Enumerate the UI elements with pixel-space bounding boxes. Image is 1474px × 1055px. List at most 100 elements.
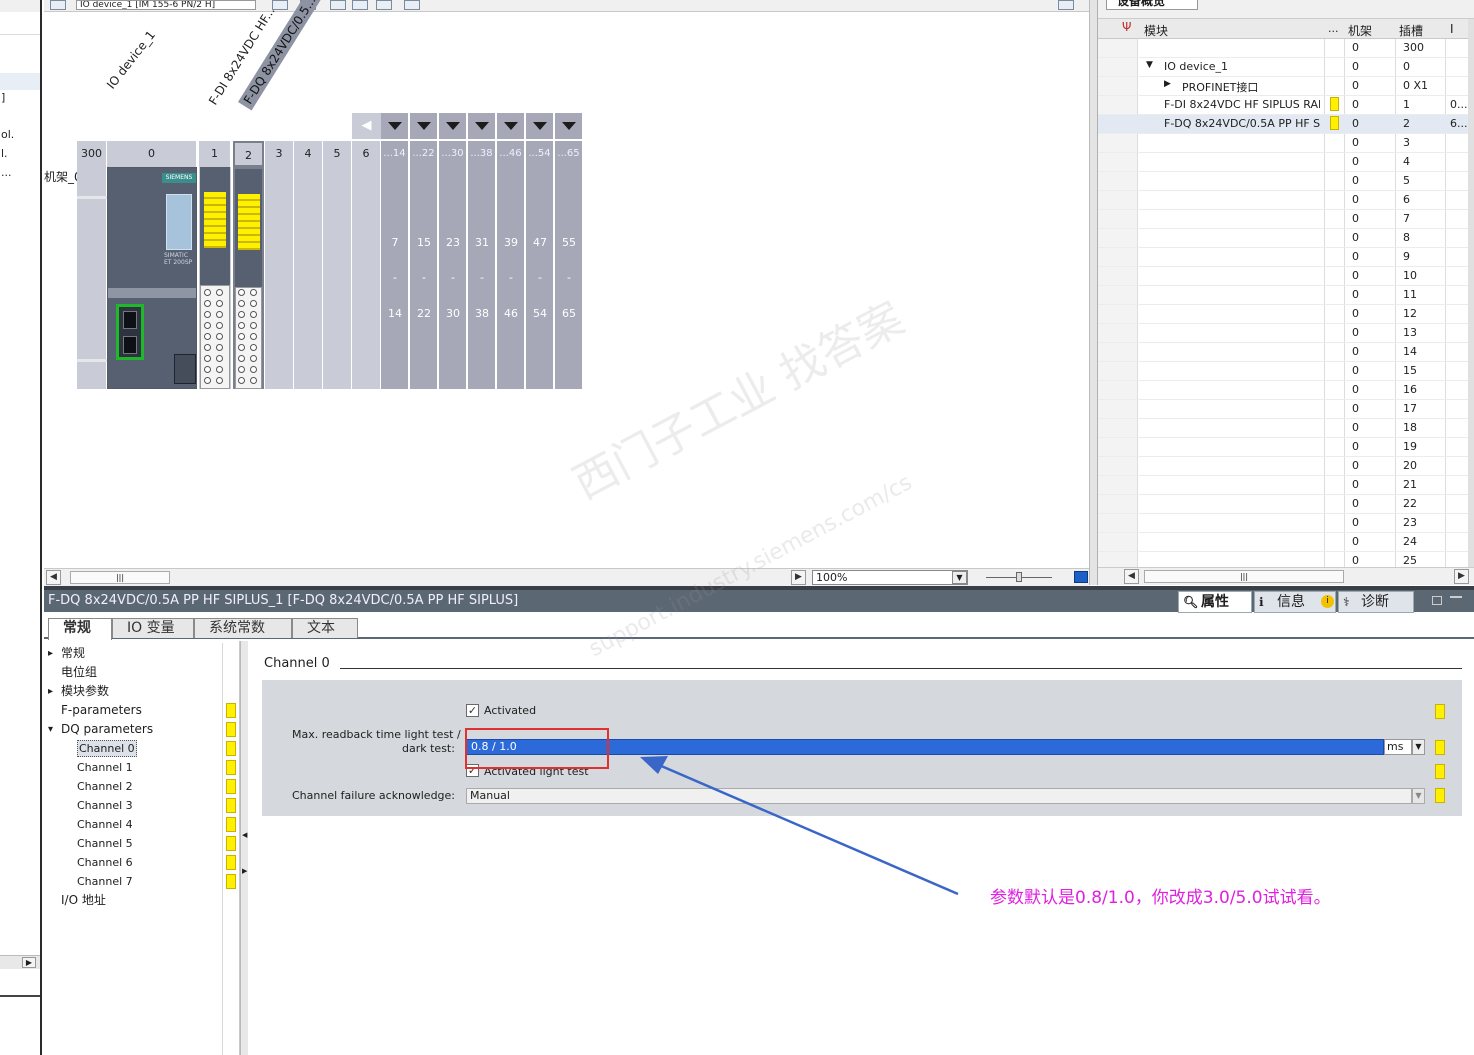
- overview-row[interactable]: 06: [1098, 191, 1474, 210]
- overview-row[interactable]: 0 11: [1098, 286, 1474, 305]
- slot-number[interactable]: 1: [199, 141, 231, 167]
- nav-item[interactable]: ▸ 常规: [44, 644, 240, 663]
- expand-slot-label[interactable]: ...14: [381, 141, 409, 167]
- expand-slot[interactable]: 31 - 38: [468, 167, 496, 389]
- slot-number[interactable]: 4: [294, 141, 323, 167]
- ethernet-ports[interactable]: [116, 304, 144, 360]
- overview-row[interactable]: 0 14: [1098, 343, 1474, 362]
- zoom-icon[interactable]: [404, 0, 420, 10]
- empty-slot[interactable]: [265, 167, 294, 389]
- scroll-right-icon[interactable]: ▶: [22, 957, 36, 968]
- expand-slot-label[interactable]: ...46: [497, 141, 525, 167]
- sliver-scrollbar[interactable]: ▶: [0, 955, 40, 969]
- chevron-down-icon[interactable]: ▼: [952, 571, 967, 584]
- chevron-down-icon[interactable]: ▼: [1412, 788, 1425, 804]
- nav-item[interactable]: F-parameters: [44, 701, 240, 720]
- column-header[interactable]: I: [1450, 22, 1454, 36]
- overview-row[interactable]: 07: [1098, 210, 1474, 229]
- overview-row[interactable]: 0 300: [1098, 39, 1474, 58]
- expand-slot-label[interactable]: ...38: [468, 141, 496, 167]
- scroll-thumb[interactable]: |||: [1144, 570, 1344, 583]
- overview-row[interactable]: 09: [1098, 248, 1474, 267]
- nav-item[interactable]: Channel 3: [44, 796, 240, 815]
- column-header[interactable]: 机架: [1348, 22, 1372, 39]
- topology-icon[interactable]: [50, 0, 66, 10]
- overview-hscroll[interactable]: ◀ ||| ▶: [1098, 567, 1474, 585]
- expand-slot-label[interactable]: ...30: [439, 141, 467, 167]
- expand-slot-label[interactable]: ...22: [410, 141, 438, 167]
- expand-chevron-icon[interactable]: [497, 113, 525, 139]
- expand-slot[interactable]: 39 - 46: [497, 167, 525, 389]
- zoom-slider-handle[interactable]: [1016, 572, 1022, 582]
- expand-slot[interactable]: 55 - 65: [555, 167, 583, 389]
- overview-row[interactable]: 0 24: [1098, 533, 1474, 552]
- column-header[interactable]: 插槽: [1399, 22, 1423, 39]
- overview-row[interactable]: 03: [1098, 134, 1474, 153]
- interface-module[interactable]: SIEMENS SIMATIC ET 200SP: [107, 167, 197, 389]
- slot-number[interactable]: 2: [233, 141, 264, 167]
- empty-slot[interactable]: [323, 167, 352, 389]
- sliver-row[interactable]: ol.: [0, 128, 40, 146]
- overview-row[interactable]: 0 16: [1098, 381, 1474, 400]
- expand-slot[interactable]: 47 - 54: [526, 167, 554, 389]
- overview-row[interactable]: ▼ IO device_1 0 0: [1098, 58, 1474, 77]
- expand-chevron-icon[interactable]: [526, 113, 554, 139]
- overview-row[interactable]: 0 12: [1098, 305, 1474, 324]
- overview-row[interactable]: 04: [1098, 153, 1474, 172]
- overview-row[interactable]: 0 19: [1098, 438, 1474, 457]
- nav-item[interactable]: Channel 2: [44, 777, 240, 796]
- overview-row[interactable]: F-DQ 8x24VDC/0.5A PP HF S... 0 2 6...: [1098, 115, 1474, 134]
- overview-row[interactable]: 0 21: [1098, 476, 1474, 495]
- scroll-right-icon[interactable]: ▶: [1454, 569, 1469, 584]
- nav-item[interactable]: I/O 地址: [44, 891, 240, 910]
- nav-item[interactable]: Channel 7: [44, 872, 240, 891]
- sliver-row[interactable]: l.: [0, 147, 40, 165]
- overview-row[interactable]: 0 20: [1098, 457, 1474, 476]
- tab-texts[interactable]: 文本: [292, 618, 358, 638]
- expanded-icon[interactable]: ▼: [1146, 60, 1153, 70]
- tab-properties[interactable]: 🔍︎ 属性: [1178, 591, 1252, 613]
- nav-item[interactable]: Channel 6: [44, 853, 240, 872]
- overview-row[interactable]: 05: [1098, 172, 1474, 191]
- scroll-left-icon[interactable]: ◀: [46, 570, 61, 585]
- nav-item[interactable]: Channel 0: [44, 739, 240, 758]
- activated-checkbox[interactable]: ✓: [466, 704, 479, 717]
- nav-item[interactable]: Channel 4: [44, 815, 240, 834]
- expand-slot[interactable]: 15 - 22: [410, 167, 438, 389]
- overview-row[interactable]: 0 13: [1098, 324, 1474, 343]
- overview-title[interactable]: 设备概览: [1106, 0, 1198, 10]
- overview-row[interactable]: 0 18: [1098, 419, 1474, 438]
- overview-row[interactable]: F-DI 8x24VDC HF SIPLUS RAI... 0 1 0...: [1098, 96, 1474, 115]
- expand-chevron-icon[interactable]: [555, 113, 583, 139]
- expand-chevron-icon[interactable]: [468, 113, 496, 139]
- overview-row[interactable]: 0 15: [1098, 362, 1474, 381]
- slot-number[interactable]: 6: [352, 141, 381, 167]
- tab-info[interactable]: ℹ 信息 i: [1254, 591, 1336, 613]
- overview-row[interactable]: ▶ PROFINET接口 0 0 X1: [1098, 77, 1474, 96]
- module-label-fdq[interactable]: F-DQ 8x24VDC/0.5...: [238, 0, 322, 111]
- tab-diagnostics[interactable]: ⚕ 诊断: [1338, 591, 1414, 613]
- collapsed-icon[interactable]: ▸: [48, 644, 53, 663]
- nav-item[interactable]: ▾ DQ parameters: [44, 720, 240, 739]
- slot-number[interactable]: 0: [107, 141, 197, 167]
- overview-toggle-icon[interactable]: [1058, 0, 1074, 10]
- nav-item[interactable]: Channel 1: [44, 758, 240, 777]
- slot-number[interactable]: 3: [265, 141, 294, 167]
- overview-vscroll[interactable]: [1468, 19, 1474, 567]
- tab-system-constants[interactable]: 系统常数: [194, 618, 292, 638]
- slot-number[interactable]: 5: [323, 141, 352, 167]
- scroll-right-icon[interactable]: ▶: [791, 570, 806, 585]
- collapse-right-icon[interactable]: ▶: [242, 867, 247, 875]
- empty-slot[interactable]: [352, 167, 381, 389]
- empty-slot[interactable]: [294, 167, 323, 389]
- column-header[interactable]: ...: [1328, 22, 1339, 35]
- view-icon[interactable]: [330, 0, 346, 10]
- collapsed-icon[interactable]: ▶: [1164, 79, 1171, 89]
- expand-chevron-icon[interactable]: [381, 113, 409, 139]
- unit-select[interactable]: ms: [1384, 739, 1412, 755]
- chevron-down-icon[interactable]: ▼: [1412, 739, 1425, 755]
- zoom-select[interactable]: 100%: [812, 570, 968, 585]
- overview-row[interactable]: 0 25: [1098, 552, 1474, 567]
- grid-icon[interactable]: [376, 0, 392, 10]
- tab-general[interactable]: 常规: [48, 618, 112, 640]
